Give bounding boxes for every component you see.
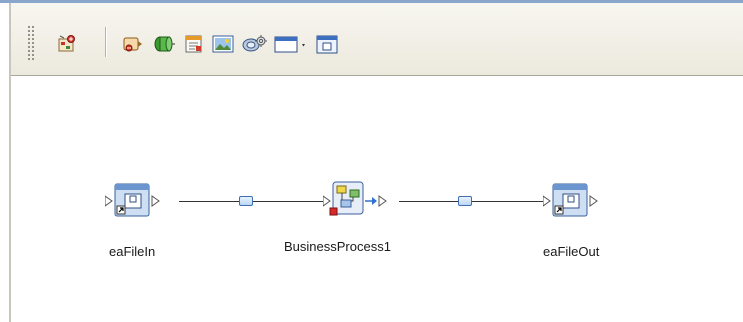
external-application-icon <box>542 183 598 217</box>
external-application-icon <box>104 183 160 217</box>
map-components-icon[interactable] <box>53 30 81 58</box>
editor-window: eaFileIn BusinessProcess1 eaFileOut <box>0 0 743 322</box>
process-canvas[interactable]: eaFileIn BusinessProcess1 eaFileOut <box>11 76 743 322</box>
add-form-icon[interactable] <box>180 30 208 58</box>
window-dropdown-icon[interactable] <box>271 30 311 58</box>
link-node-icon[interactable] <box>458 196 472 206</box>
component-businessprocess1[interactable] <box>322 176 403 224</box>
connector-line[interactable] <box>179 201 329 202</box>
component-label: eaFileOut <box>543 244 600 259</box>
toolbar-grip-handle[interactable] <box>27 25 35 61</box>
add-process-icon[interactable] <box>240 30 268 58</box>
component-label: BusinessProcess1 <box>284 239 391 254</box>
add-service-icon[interactable] <box>118 30 146 58</box>
connector-line[interactable] <box>399 201 549 202</box>
business-process-icon <box>322 181 387 216</box>
editor-toolbar <box>11 3 743 76</box>
toolbar-separator <box>105 27 106 57</box>
link-node-icon[interactable] <box>239 196 253 206</box>
component-eafileout[interactable] <box>542 178 619 222</box>
component-eafilein[interactable] <box>104 178 181 222</box>
component-label: eaFileIn <box>109 244 156 259</box>
add-image-icon[interactable] <box>209 30 237 58</box>
external-application-icon[interactable] <box>313 30 341 58</box>
add-adapter-icon[interactable] <box>150 30 178 58</box>
